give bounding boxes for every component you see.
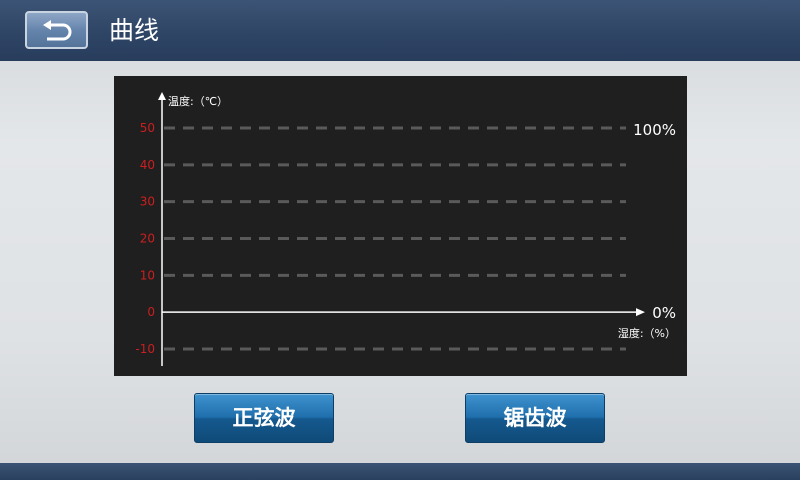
y-tick-label: 10: [140, 268, 155, 282]
y-tick-label: 0: [147, 305, 155, 319]
y-tick-label: 20: [140, 232, 155, 246]
y-tick-label: 30: [140, 195, 155, 209]
back-button[interactable]: [25, 11, 88, 49]
right-bottom-label: 0%: [652, 304, 676, 322]
y-tick-label: 50: [140, 121, 155, 135]
y-tick-label: 40: [140, 158, 155, 172]
right-top-label: 100%: [633, 121, 676, 139]
sawtooth-wave-button[interactable]: 锯齿波: [465, 393, 605, 443]
y-tick-label: -10: [135, 342, 155, 356]
y-axis-arrow: [158, 92, 166, 100]
sine-wave-button[interactable]: 正弦波: [194, 393, 334, 443]
x-axis-label: 湿度:（%）: [618, 326, 676, 340]
x-axis-arrow: [636, 308, 645, 317]
top-bar: 曲线: [0, 0, 800, 61]
bottom-bar: [0, 463, 800, 480]
page-title: 曲线: [109, 16, 160, 45]
y-axis-label: 温度:（℃）: [168, 94, 228, 108]
chart: 50 40 30 20 10 0 -10 温度:（℃） 湿度:（%） 100% 0%: [135, 92, 676, 366]
chart-panel: 50 40 30 20 10 0 -10 温度:（℃） 湿度:（%） 100% 0%: [114, 76, 687, 376]
